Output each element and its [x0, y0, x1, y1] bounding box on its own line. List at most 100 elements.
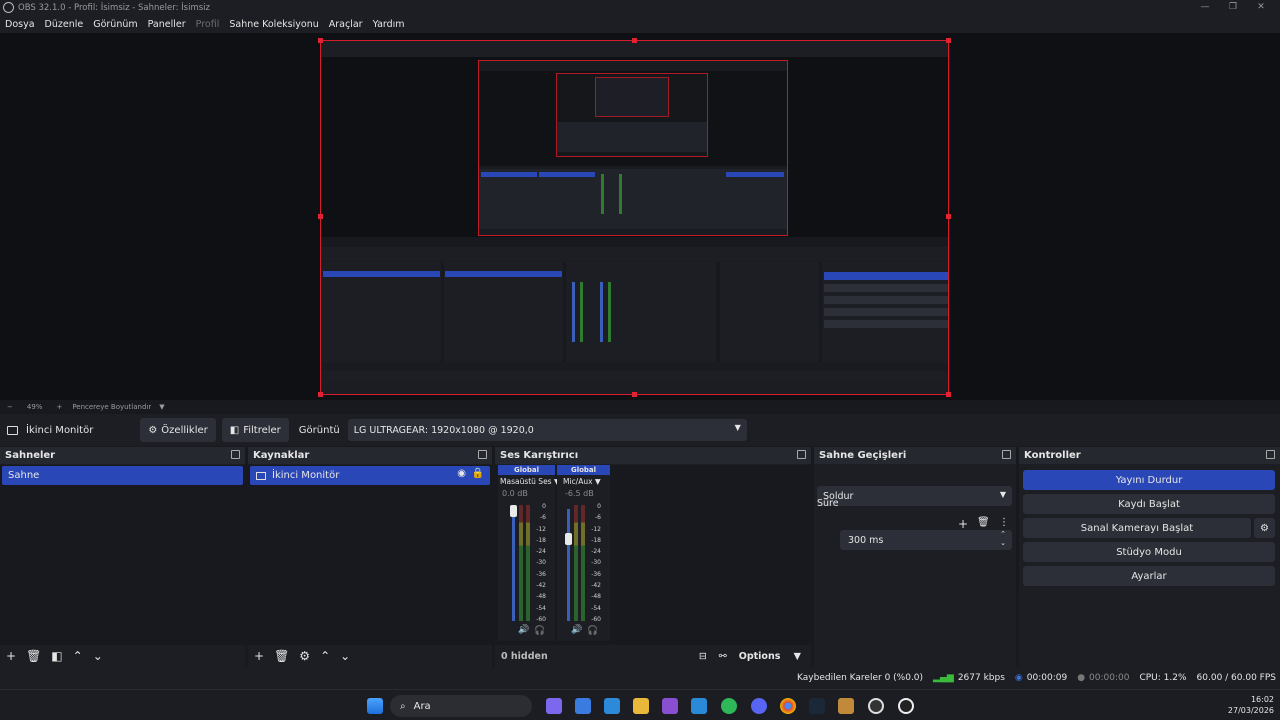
properties-label: Özellikler — [161, 424, 208, 436]
display-select[interactable]: LG ULTRAGEAR: 1920x1080 @ 1920,0 ▼ — [347, 419, 747, 441]
windows-start-icon[interactable] — [367, 698, 383, 714]
stop-stream-button[interactable]: Yayını Durdur — [1023, 470, 1275, 490]
float-dock-icon[interactable] — [231, 450, 240, 459]
hidden-count: 0 hidden — [501, 650, 548, 662]
scene-item-label: Sahne — [8, 470, 40, 481]
resize-handle[interactable] — [946, 392, 951, 397]
trash-icon[interactable]: 🗑 — [26, 649, 41, 663]
menu-edit[interactable]: Düzenle — [45, 19, 84, 30]
arrow-down-icon[interactable]: ⌄ — [340, 649, 350, 663]
taskbar-search[interactable]: ⌕ Ara — [390, 695, 532, 717]
duration-label: Süre — [817, 498, 839, 509]
chevron-down-icon[interactable]: ▼ — [159, 403, 164, 411]
headphones-icon[interactable]: 🎧 — [587, 626, 598, 636]
more-icon[interactable]: ⋮ — [999, 517, 1009, 528]
float-dock-icon[interactable] — [1266, 450, 1275, 459]
zoom-out-button[interactable]: − — [7, 403, 13, 411]
visual-studio-icon[interactable] — [662, 698, 678, 714]
close-icon[interactable]: ✕ — [1245, 0, 1277, 15]
fps: 60.00 / 60.00 FPS — [1196, 673, 1276, 683]
speaker-icon[interactable]: 🔊 — [518, 625, 529, 635]
menu-view[interactable]: Görünüm — [93, 19, 137, 30]
trash-icon[interactable]: 🗑 — [274, 649, 289, 663]
discord-icon[interactable] — [751, 698, 767, 714]
display-select-value: LG ULTRAGEAR: 1920x1080 @ 1920,0 — [353, 424, 534, 436]
start-record-button[interactable]: Kaydı Başlat — [1023, 494, 1275, 514]
source-item[interactable]: İkinci Monitör ◉ 🔒 — [250, 466, 490, 485]
link-icon[interactable]: ⚯ — [719, 651, 727, 662]
settings-app-icon[interactable] — [898, 698, 914, 714]
folder-icon[interactable] — [633, 698, 649, 714]
float-dock-icon[interactable] — [478, 450, 487, 459]
copilot-icon[interactable] — [546, 698, 562, 714]
channel-name[interactable]: Masaüstü Ses ▼ — [498, 477, 560, 486]
settings-button[interactable]: Ayarlar — [1023, 566, 1275, 586]
transition-select[interactable]: Soldur ▼ — [817, 486, 1012, 506]
zoom-fit-label[interactable]: Pencereye Boyutlandır — [72, 403, 151, 411]
resize-handle[interactable] — [318, 214, 323, 219]
volume-fader-knob[interactable] — [510, 505, 517, 517]
headphones-icon[interactable]: 🎧 — [534, 626, 545, 636]
status-bar: Kaybedilen Kareler 0 (%0.0) ▂▄▆ 2677 kbp… — [0, 667, 1280, 689]
source-toolbar: İkinci Monitör ⚙ Özellikler ◧ Filtreler … — [0, 414, 1280, 446]
dropped-frames: Kaybedilen Kareler 0 (%0.0) — [797, 673, 924, 683]
resize-handle[interactable] — [946, 38, 951, 43]
zoom-in-button[interactable]: + — [56, 403, 62, 411]
menu-file[interactable]: Dosya — [5, 19, 35, 30]
float-dock-icon[interactable] — [797, 450, 806, 459]
menu-docks[interactable]: Paneller — [148, 19, 186, 30]
resize-handle[interactable] — [946, 214, 951, 219]
gear-icon[interactable]: ⚙ — [1254, 518, 1275, 538]
whatsapp-icon[interactable] — [721, 698, 737, 714]
volume-fader[interactable] — [567, 509, 570, 621]
obs-icon[interactable] — [868, 698, 884, 714]
lock-icon[interactable]: 🔒 — [472, 468, 484, 479]
gear-icon: ⚙ — [148, 424, 158, 436]
add-icon[interactable]: + — [254, 649, 264, 663]
preview-source-frame[interactable] — [320, 40, 949, 395]
filters-button[interactable]: ◧ Filtreler — [221, 418, 289, 442]
scenes-title: Sahneler — [5, 450, 56, 461]
arrow-down-icon[interactable]: ⌄ — [93, 649, 103, 663]
properties-button[interactable]: ⚙ Özellikler — [140, 418, 216, 442]
app-icon[interactable] — [575, 698, 591, 714]
arrow-up-icon[interactable]: ⌃ — [73, 649, 83, 663]
speaker-icon[interactable]: 🔊 — [571, 625, 582, 635]
resize-handle[interactable] — [318, 38, 323, 43]
menu-profile[interactable]: Profil — [196, 19, 220, 30]
signal-icon: ▂▄▆ — [933, 673, 954, 683]
options-button[interactable]: Options ▼ — [739, 651, 801, 662]
clock[interactable]: 16:02 27/03/2026 — [1222, 694, 1274, 716]
trash-icon[interactable]: 🗑 — [977, 517, 990, 528]
resize-handle[interactable] — [632, 392, 637, 397]
menu-help[interactable]: Yardım — [373, 19, 405, 30]
menu-scene-collection[interactable]: Sahne Koleksiyonu — [229, 19, 318, 30]
sources-dock: Kaynaklar İkinci Monitör ◉ 🔒 + 🗑 ⚙ ⌃ ⌄ — [248, 447, 492, 667]
vscode-icon[interactable] — [691, 698, 707, 714]
gear-icon[interactable]: ⚙ — [299, 649, 310, 663]
steam-icon[interactable] — [809, 698, 825, 714]
outlook-icon[interactable] — [604, 698, 620, 714]
game-icon[interactable] — [838, 698, 854, 714]
add-icon[interactable]: + — [6, 649, 16, 663]
float-dock-icon[interactable] — [1002, 450, 1011, 459]
duration-spinbox[interactable]: 300 ms ⌃ ⌄ — [840, 530, 1012, 550]
scenes-header: Sahneler — [0, 447, 245, 464]
layout-icon[interactable]: ⊟ — [699, 651, 707, 662]
arrow-up-icon[interactable]: ⌃ — [320, 649, 330, 663]
scene-item[interactable]: Sahne — [2, 466, 243, 485]
spinner-icon[interactable]: ⌃ ⌄ — [1000, 530, 1006, 548]
add-icon[interactable]: + — [958, 517, 968, 531]
resize-handle[interactable] — [632, 38, 637, 43]
volume-fader[interactable] — [512, 509, 515, 621]
volume-fader-knob[interactable] — [565, 533, 572, 545]
resize-handle[interactable] — [318, 392, 323, 397]
filter-icon[interactable]: ◧ — [51, 649, 62, 663]
mixer-header: Ses Karıştırıcı — [495, 447, 811, 464]
eye-icon[interactable]: ◉ — [457, 468, 466, 479]
menu-tools[interactable]: Araçlar — [329, 19, 363, 30]
studio-mode-button[interactable]: Stüdyo Modu — [1023, 542, 1275, 562]
chrome-icon[interactable] — [780, 698, 796, 714]
virtual-camera-button[interactable]: Sanal Kamerayı Başlat — [1023, 518, 1251, 538]
channel-name[interactable]: Mic/Aux ▼ — [557, 477, 610, 486]
